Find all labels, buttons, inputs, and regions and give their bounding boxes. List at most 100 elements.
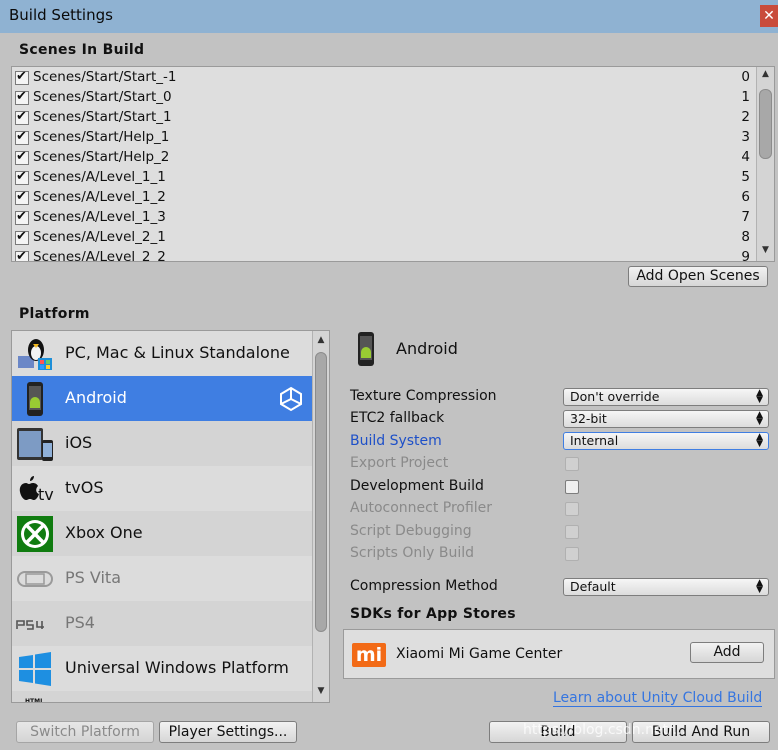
- scene-checkbox[interactable]: [15, 169, 29, 185]
- sdk-add-button[interactable]: Add: [690, 642, 764, 663]
- scroll-up-icon[interactable]: ▲: [313, 335, 329, 345]
- window-title: Build Settings: [9, 6, 113, 24]
- autoconnect-profiler-label: Autoconnect Profiler: [350, 500, 493, 516]
- scroll-down-icon[interactable]: ▼: [757, 245, 774, 255]
- scene-checkbox[interactable]: [15, 189, 29, 205]
- scroll-up-icon[interactable]: ▲: [757, 69, 774, 79]
- platform-item-webgl[interactable]: HTML: [12, 691, 312, 703]
- player-settings-button[interactable]: Player Settings...: [159, 721, 297, 743]
- scene-row[interactable]: Scenes/Start/Help_2 4: [12, 148, 754, 168]
- scripts-only-build-checkbox[interactable]: [565, 547, 579, 561]
- platform-list[interactable]: PC, Mac & Linux Standalone Android iOS t…: [11, 330, 330, 703]
- svg-text:tv: tv: [38, 485, 54, 504]
- scene-index: 1: [741, 89, 750, 105]
- ios-devices-icon: [17, 428, 53, 461]
- platform-item-ps4[interactable]: PS4: [12, 601, 312, 646]
- scene-row[interactable]: Scenes/A/Level_1_3 7: [12, 208, 754, 228]
- html5-icon: HTML: [25, 698, 44, 703]
- scene-path: Scenes/Start/Help_2: [33, 149, 170, 165]
- scripts-only-build-label: Scripts Only Build: [350, 545, 475, 561]
- platform-name: tvOS: [65, 478, 104, 497]
- scene-row[interactable]: Scenes/A/Level_1_2 6: [12, 188, 754, 208]
- scene-index: 4: [741, 149, 750, 165]
- scene-checkbox[interactable]: [15, 89, 29, 105]
- unity-cloud-build-link[interactable]: Learn about Unity Cloud Build: [553, 690, 763, 707]
- close-icon[interactable]: ✕: [760, 5, 778, 27]
- scene-path: Scenes/Start/Start_0: [33, 89, 172, 105]
- unity-logo-icon: [280, 386, 302, 412]
- development-build-label: Development Build: [350, 478, 484, 494]
- scene-path: Scenes/A/Level_1_2: [33, 189, 166, 205]
- texture-compression-dropdown[interactable]: Don't override ▲ ▼: [563, 388, 769, 406]
- scene-row[interactable]: Scenes/A/Level_1_1 5: [12, 168, 754, 188]
- compression-method-dropdown[interactable]: Default ▲ ▼: [563, 578, 769, 596]
- sdk-name: Xiaomi Mi Game Center: [396, 646, 563, 662]
- script-debugging-checkbox[interactable]: [565, 525, 579, 539]
- build-system-dropdown[interactable]: Internal ▲ ▼: [563, 432, 769, 450]
- xbox-icon: [17, 516, 53, 552]
- export-project-label: Export Project: [350, 455, 449, 471]
- etc2-fallback-label: ETC2 fallback: [350, 410, 445, 426]
- windows-icon: [19, 652, 51, 686]
- scene-row[interactable]: Scenes/Start/Start_1 2: [12, 108, 754, 128]
- platform-name: PS Vita: [65, 568, 122, 587]
- platform-item-tvos[interactable]: tv tvOS: [12, 466, 312, 511]
- switch-platform-button[interactable]: Switch Platform: [16, 721, 154, 743]
- platform-name: Android: [65, 388, 127, 407]
- compression-method-label: Compression Method: [350, 578, 498, 594]
- apple-tv-icon: tv: [19, 476, 54, 504]
- scene-row[interactable]: Scenes/A/Level_2_1 8: [12, 228, 754, 248]
- development-build-checkbox[interactable]: [565, 480, 579, 494]
- ps4-icon: [16, 620, 44, 630]
- platform-name: PC, Mac & Linux Standalone: [65, 343, 290, 362]
- scene-checkbox[interactable]: [15, 149, 29, 165]
- platform-item-uwp[interactable]: Universal Windows Platform: [12, 646, 312, 691]
- platform-name: Universal Windows Platform: [65, 658, 289, 677]
- scene-checkbox[interactable]: [15, 229, 29, 245]
- dropdown-caret-icon: ▲ ▼: [756, 432, 763, 449]
- scene-index: 2: [741, 109, 750, 125]
- scenes-list[interactable]: Scenes/Start/Start_-1 0 Scenes/Start/Star…: [11, 66, 775, 262]
- android-phone-icon: [358, 332, 374, 366]
- scenes-scroll-thumb[interactable]: [759, 89, 772, 159]
- scroll-down-icon[interactable]: ▼: [313, 686, 329, 696]
- platform-name: Xbox One: [65, 523, 143, 542]
- xiaomi-logo-icon: mi: [352, 643, 386, 667]
- etc2-fallback-dropdown[interactable]: 32-bit ▲ ▼: [563, 410, 769, 428]
- platform-item-android[interactable]: Android: [12, 376, 312, 421]
- platform-scroll-thumb[interactable]: [315, 352, 327, 632]
- watermark-text: https://blog.csdn.net/...: [523, 722, 687, 738]
- selected-platform-title: Android: [396, 339, 458, 358]
- scene-index: 6: [741, 189, 750, 205]
- platform-heading: Platform: [19, 306, 90, 322]
- platform-item-standalone[interactable]: PC, Mac & Linux Standalone: [12, 331, 312, 376]
- scene-row[interactable]: Scenes/A/Level_2_2 9: [12, 248, 754, 261]
- svg-text:HTML: HTML: [25, 698, 44, 703]
- scene-index: 3: [741, 129, 750, 145]
- platform-item-xbox-one[interactable]: Xbox One: [12, 511, 312, 556]
- scene-checkbox[interactable]: [15, 109, 29, 125]
- autoconnect-profiler-checkbox[interactable]: [565, 502, 579, 516]
- scenes-scrollbar[interactable]: ▲ ▼: [756, 67, 774, 261]
- scene-checkbox[interactable]: [15, 129, 29, 145]
- scene-row[interactable]: Scenes/Start/Start_-1 0: [12, 68, 754, 88]
- scene-checkbox[interactable]: [15, 209, 29, 225]
- add-open-scenes-button[interactable]: Add Open Scenes: [628, 266, 768, 287]
- ps-vita-icon: [17, 571, 53, 587]
- scene-index: 5: [741, 169, 750, 185]
- scenes-in-build-heading: Scenes In Build: [19, 42, 145, 58]
- scene-path: Scenes/A/Level_2_1: [33, 229, 166, 245]
- platform-scrollbar[interactable]: ▲ ▼: [312, 331, 329, 702]
- build-system-label: Build System: [350, 433, 442, 449]
- platform-item-ps-vita[interactable]: PS Vita: [12, 556, 312, 601]
- scene-row[interactable]: Scenes/Start/Start_0 1: [12, 88, 754, 108]
- scene-checkbox[interactable]: [15, 69, 29, 85]
- scene-checkbox[interactable]: [15, 249, 29, 261]
- dropdown-value: Default: [570, 579, 616, 594]
- platform-item-ios[interactable]: iOS: [12, 421, 312, 466]
- script-debugging-label: Script Debugging: [350, 523, 472, 539]
- export-project-checkbox[interactable]: [565, 457, 579, 471]
- android-phone-icon: [27, 382, 43, 416]
- scene-row[interactable]: Scenes/Start/Help_1 3: [12, 128, 754, 148]
- dropdown-caret-icon: ▲ ▼: [756, 410, 763, 427]
